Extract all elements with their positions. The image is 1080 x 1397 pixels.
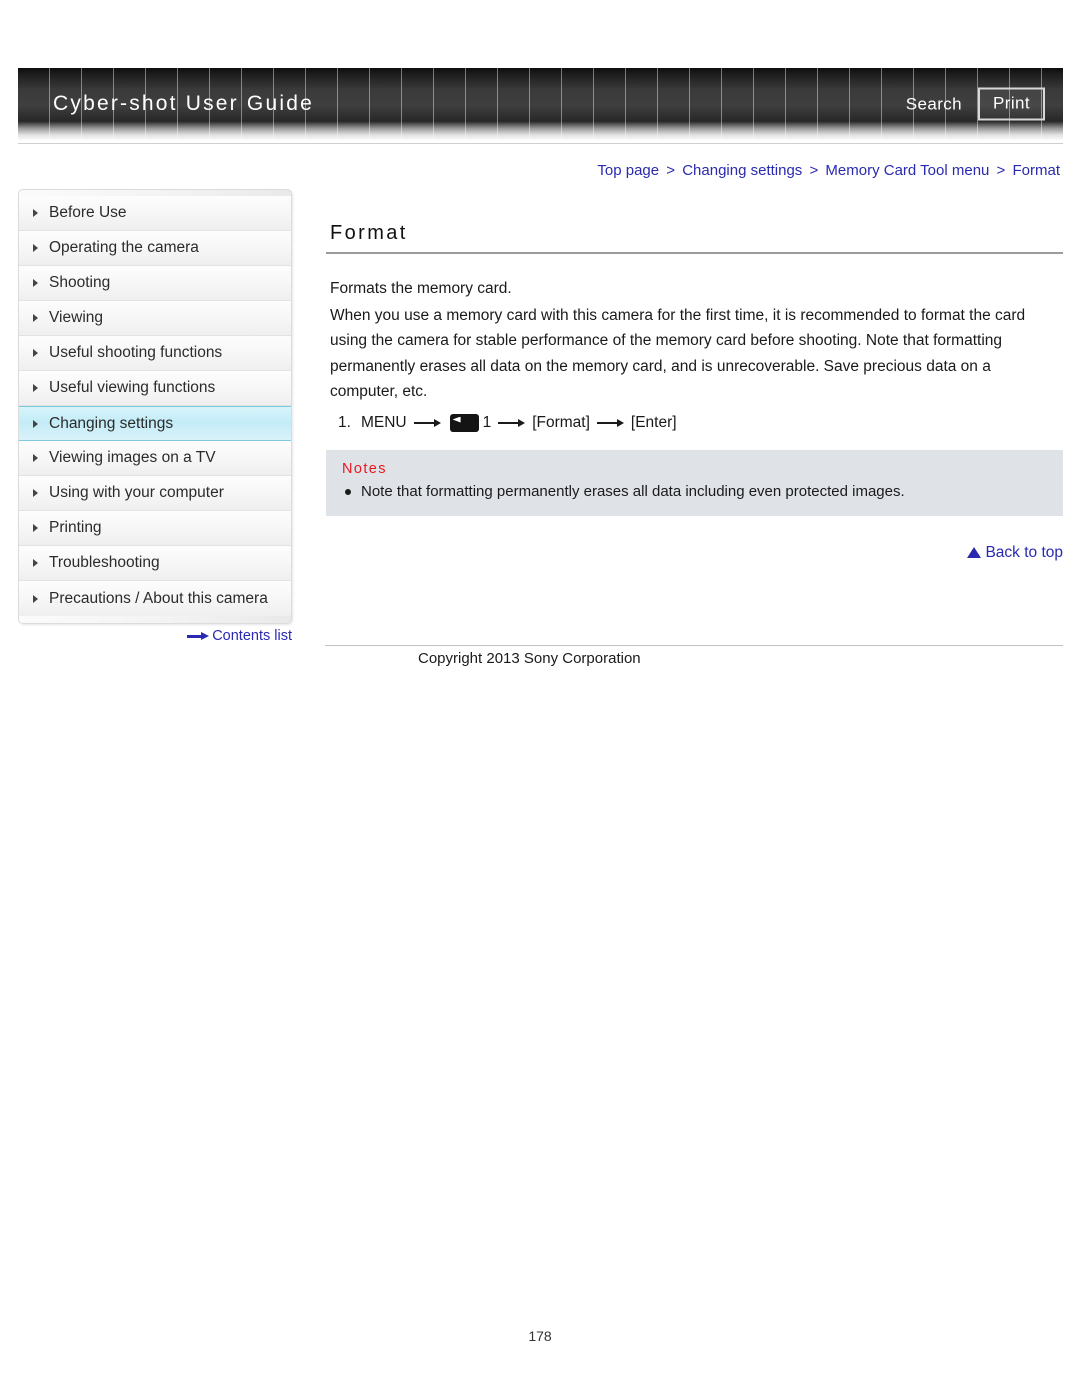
sidebar-item-viewing[interactable]: Viewing xyxy=(19,301,291,336)
arrow-right-icon xyxy=(498,418,526,427)
page-title: Format xyxy=(330,222,408,244)
sidebar-item-troubleshooting[interactable]: Troubleshooting xyxy=(19,546,291,581)
notes-heading: Notes xyxy=(342,460,387,477)
main-content: Format Formats the memory card. When you… xyxy=(326,222,1063,562)
step-menu-label: MENU xyxy=(360,413,407,431)
step-enter-label: [Enter] xyxy=(630,413,677,431)
breadcrumb-separator: > xyxy=(809,162,819,179)
sidebar-item-label: Useful shooting functions xyxy=(49,344,223,361)
sidebar-item-before-use[interactable]: Before Use xyxy=(19,196,291,231)
step-target-label: [Format] xyxy=(532,413,590,431)
breadcrumb-item-format[interactable]: Format xyxy=(1012,162,1060,179)
back-to-top-link[interactable]: Back to top xyxy=(326,544,1063,562)
sidebar-item-label: Using with your computer xyxy=(49,484,224,501)
sidebar-item-label: Viewing images on a TV xyxy=(49,449,216,466)
sidebar-item-viewing-images-on-a-tv[interactable]: Viewing images on a TV xyxy=(19,441,291,476)
breadcrumb-item-changing-settings[interactable]: Changing settings xyxy=(682,162,802,179)
notes-list: Note that formatting permanently erases … xyxy=(342,481,1063,503)
page-number: 178 xyxy=(528,1328,552,1344)
sidebar-item-using-with-your-computer[interactable]: Using with your computer xyxy=(19,476,291,511)
sidebar-item-label: Precautions / About this camera xyxy=(49,589,268,607)
sidebar-item-precautions-about-this-camera[interactable]: Precautions / About this camera xyxy=(19,581,291,616)
notes-box: Notes Note that formatting permanently e… xyxy=(326,449,1063,516)
breadcrumb-item-top-page[interactable]: Top page xyxy=(597,162,659,179)
chevron-right-icon xyxy=(33,489,38,497)
sidebar-item-label: Changing settings xyxy=(49,414,174,432)
chevron-right-icon xyxy=(33,209,38,217)
step-instruction: 1. MENU 1 [Format] [Enter] xyxy=(338,413,1063,432)
arrow-right-icon xyxy=(413,418,441,427)
chevron-right-icon xyxy=(33,419,38,428)
notes-list-item: Note that formatting permanently erases … xyxy=(342,481,1063,503)
chevron-right-icon xyxy=(33,524,38,532)
sidebar-item-changing-settings[interactable]: Changing settings xyxy=(19,406,291,441)
sidebar-item-useful-shooting-functions[interactable]: Useful shooting functions xyxy=(19,336,291,371)
sidebar-item-label: Viewing xyxy=(49,309,104,326)
footer-divider xyxy=(325,645,1063,646)
site-header: Cyber-shot User Guide Search Print xyxy=(18,68,1063,140)
contents-list-label: Contents list xyxy=(212,628,292,644)
copyright-text: Copyright 2013 Sony Corporation xyxy=(418,650,641,667)
sidebar-item-label: Before Use xyxy=(49,204,127,221)
sidebar-item-label: Shooting xyxy=(49,274,111,291)
sidebar-item-useful-viewing-functions[interactable]: Useful viewing functions xyxy=(19,371,291,406)
header-actions: Search Print xyxy=(906,87,1045,121)
chevron-right-icon xyxy=(33,349,38,357)
sidebar-navigation: Before Use Operating the camera Shooting… xyxy=(18,189,292,624)
chevron-right-icon xyxy=(33,279,38,287)
step-tab-number: 1 xyxy=(482,413,492,431)
memory-card-tool-icon xyxy=(449,413,479,432)
sidebar-item-printing[interactable]: Printing xyxy=(19,511,291,546)
chevron-right-icon xyxy=(33,594,38,603)
step-number: 1. xyxy=(338,413,351,431)
site-title: Cyber-shot User Guide xyxy=(53,92,314,115)
print-button[interactable]: Print xyxy=(978,87,1045,121)
breadcrumb: Top page > Changing settings > Memory Ca… xyxy=(597,162,1060,179)
breadcrumb-separator: > xyxy=(996,162,1006,179)
breadcrumb-item-memory-card-tool-menu[interactable]: Memory Card Tool menu xyxy=(825,162,989,179)
sidebar-item-label: Troubleshooting xyxy=(49,554,160,571)
chevron-right-icon xyxy=(33,454,38,462)
chevron-right-icon xyxy=(33,314,38,322)
title-divider xyxy=(326,252,1063,254)
breadcrumb-separator: > xyxy=(666,162,676,179)
sidebar-item-operating-the-camera[interactable]: Operating the camera xyxy=(19,231,291,266)
chevron-right-icon xyxy=(33,384,38,392)
body-paragraph-2: When you use a memory card with this cam… xyxy=(330,306,1026,401)
triangle-up-icon xyxy=(967,546,982,558)
contents-list-link[interactable]: Contents list xyxy=(18,628,292,644)
sidebar-item-shooting[interactable]: Shooting xyxy=(19,266,291,301)
arrow-right-icon xyxy=(596,418,624,427)
sidebar-item-label: Printing xyxy=(49,519,102,536)
arrow-right-icon xyxy=(187,631,210,641)
chevron-right-icon xyxy=(33,559,38,567)
body-paragraph-1: Formats the memory card. xyxy=(330,280,512,297)
header-divider xyxy=(18,143,1063,144)
sidebar-item-label: Operating the camera xyxy=(49,239,199,256)
back-to-top-label: Back to top xyxy=(985,543,1063,561)
search-button[interactable]: Search xyxy=(906,94,962,114)
sidebar-item-label: Useful viewing functions xyxy=(49,379,216,396)
chevron-right-icon xyxy=(33,244,38,252)
